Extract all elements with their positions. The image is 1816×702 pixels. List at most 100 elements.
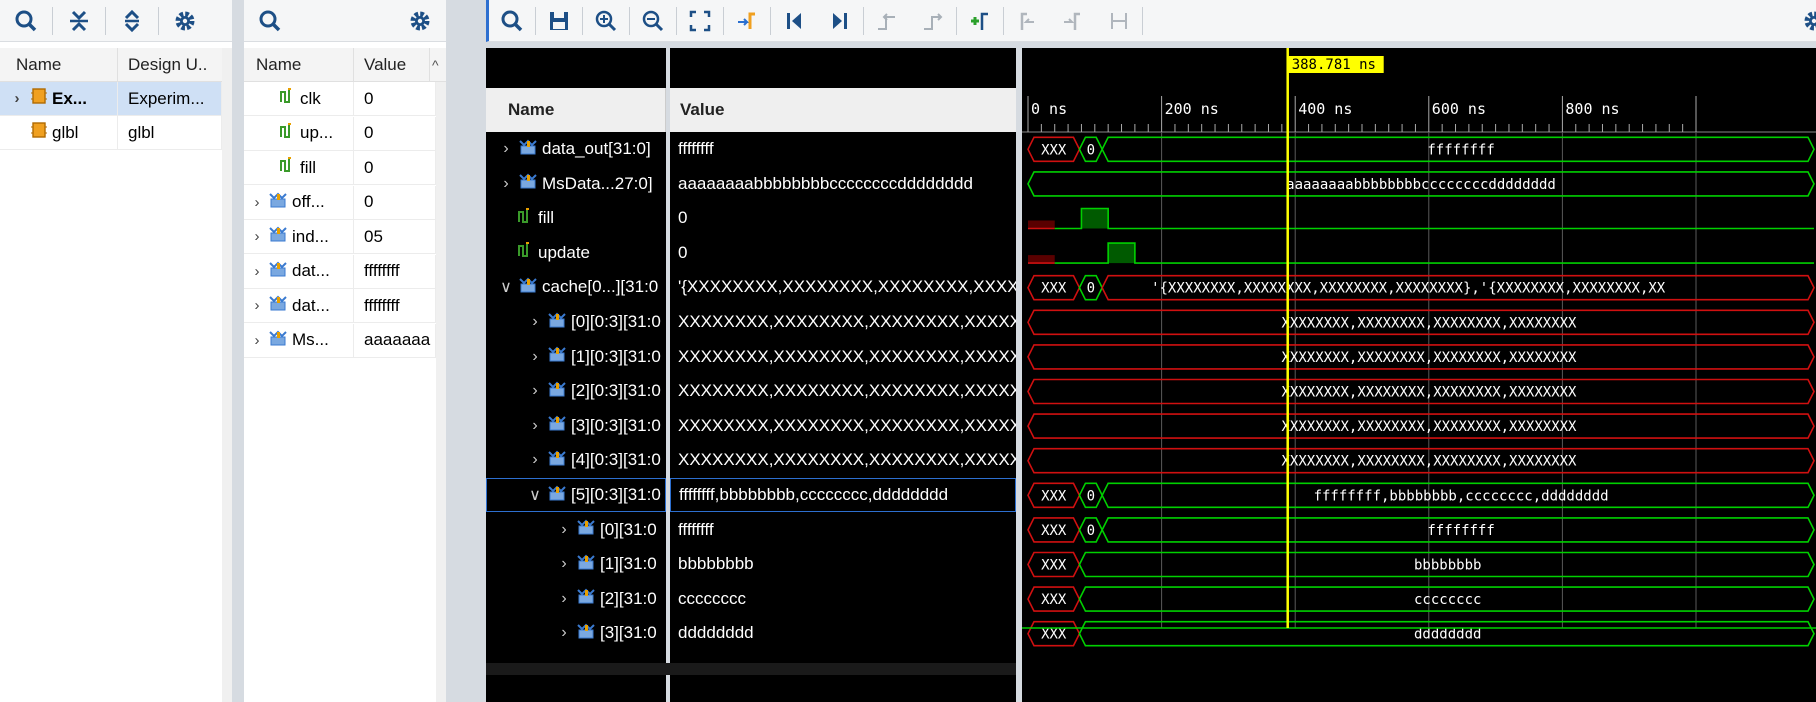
scopes-scrollbar[interactable] [222,48,232,702]
signal-icon [278,122,296,145]
chevron-right-icon[interactable]: › [556,521,572,539]
wave-signal-name-row[interactable]: update [486,236,666,270]
chevron-right-icon[interactable]: › [250,297,264,314]
panel-divider[interactable] [232,0,244,702]
bus-x-label: XXX [1041,592,1067,608]
chevron-right-icon[interactable]: › [527,348,543,366]
scopes-toolbar [0,0,232,42]
objects-scrollbar[interactable] [436,82,446,702]
add-marker-icon[interactable] [965,6,995,36]
wave-signal-name-row[interactable]: › [3][0:3][31:0 [486,409,666,443]
chevron-right-icon[interactable]: › [498,140,514,158]
chevron-right-icon[interactable]: › [498,175,514,193]
bus-value-label: cccccccc [1414,592,1481,608]
column-header-name[interactable]: Name [0,48,118,81]
chevron-right-icon[interactable]: › [556,590,572,608]
waveform-canvas[interactable]: 0 ns 200 ns 400 ns 600 ns 800 ns XXX 0 ffffffff… [1022,48,1816,702]
object-name-cell[interactable]: clk [244,82,354,116]
search-icon[interactable] [255,6,285,36]
chevron-right-icon[interactable]: › [250,194,264,211]
collapse-all-icon[interactable] [64,6,94,36]
wave-signal-name-row[interactable]: › [0][0:3][31:0 [486,305,666,339]
bit-unknown-fill [1028,220,1055,229]
go-to-cursor-icon[interactable] [732,6,762,36]
column-header-design-unit[interactable]: Design U.. [118,48,232,81]
object-row[interactable]: › Ms... aaaaaaa [244,323,436,358]
scope-row[interactable]: › Ex... Experim... [0,82,222,116]
gear-icon[interactable] [170,6,200,36]
gear-icon[interactable] [1799,6,1816,36]
chevron-right-icon[interactable]: › [250,332,264,349]
gear-icon[interactable] [405,6,435,36]
chevron-right-icon[interactable]: › [527,382,543,400]
object-row[interactable]: fill 0 [244,151,436,185]
object-value: 0 [364,123,374,142]
object-name-cell[interactable]: › Ms... [244,323,354,358]
zoom-out-icon[interactable] [638,6,668,36]
zoom-in-icon[interactable] [591,6,621,36]
chevron-right-icon[interactable]: › [527,313,543,331]
toolbar-separator [1003,7,1004,35]
chevron-right-icon[interactable]: › [250,228,264,245]
chevron-right-icon[interactable]: › [556,555,572,573]
toolbar-separator [770,7,771,35]
chevron-right-icon[interactable]: › [250,263,264,280]
go-to-start-icon[interactable] [779,6,809,36]
object-name-cell[interactable]: › dat... [244,254,354,289]
object-name-cell[interactable]: › dat... [244,289,354,323]
object-name: Ms... [292,330,329,349]
wave-signal-value-text: XXXXXXXX,XXXXXXXX,XXXXXXXX,XXXXXXXX [678,312,1016,331]
panel-divider[interactable] [446,0,486,702]
chevron-down-icon[interactable]: ∨ [498,277,514,297]
scope-name-cell[interactable]: › Ex... [0,82,118,116]
scope-row[interactable]: glbl glbl [0,116,222,150]
wave-value-colhead[interactable]: Value [670,88,1016,132]
wave-signal-name-row[interactable]: fill [486,201,666,235]
go-to-end-icon[interactable] [825,6,855,36]
object-name: fill [300,157,317,177]
wave-signal-value: ffffffff [670,132,1016,166]
object-row[interactable]: up... 0 [244,116,436,151]
chevron-right-icon[interactable]: › [527,417,543,435]
wave-signal-value: dddddddd [670,616,1016,650]
object-name-cell[interactable]: up... [244,116,354,151]
search-icon[interactable] [497,6,527,36]
chevron-right-icon[interactable]: › [527,451,543,469]
object-row[interactable]: › dat... ffffffff [244,254,436,289]
scope-name-cell[interactable]: glbl [0,116,118,150]
wave-signal-name-row[interactable]: › [3][31:0 [486,616,666,650]
object-row[interactable]: › dat... ffffffff [244,289,436,323]
chevron-down-icon[interactable]: ∨ [527,485,543,505]
wave-signal-name-row[interactable]: › [2][0:3][31:0 [486,374,666,408]
toolbar-separator [52,6,53,35]
bus-signal-icon [268,191,288,214]
object-row[interactable]: clk 0 [244,82,436,116]
object-name-cell[interactable]: fill [244,151,354,185]
chevron-right-icon[interactable]: › [556,624,572,642]
object-row[interactable]: › off... 0 [244,185,436,220]
object-name-cell[interactable]: › off... [244,185,354,220]
wave-signal-name-row[interactable]: › [2][31:0 [486,582,666,616]
bus-value-label: '{XXXXXXXX,XXXXXXXX,XXXXXXXX,XXXXXXXX},'… [1151,281,1666,297]
wave-signal-name-row[interactable]: › MsData...27:0] [486,167,666,201]
wave-name-value-scrollbar[interactable] [486,663,1016,675]
zoom-fit-icon[interactable] [685,6,715,36]
scope-name: glbl [52,122,79,142]
column-header-name[interactable]: Name [244,48,354,81]
wave-signal-name-row[interactable]: ∨ cache[0...][31:0 [486,270,666,304]
wave-signal-name-row[interactable]: ∨ [5][0:3][31:0 [486,478,666,512]
object-name: dat... [292,295,330,315]
search-icon[interactable] [11,6,41,36]
chevron-right-icon[interactable]: › [10,90,24,107]
wave-signal-name-row[interactable]: › [1][0:3][31:0 [486,340,666,374]
column-header-value[interactable]: Value [354,48,430,81]
wave-signal-name-row[interactable]: › [0][31:0 [486,513,666,547]
wave-signal-name-row[interactable]: › [1][31:0 [486,547,666,581]
expand-all-icon[interactable] [117,6,147,36]
save-icon[interactable] [544,6,574,36]
wave-signal-name-row[interactable]: › [4][0:3][31:0 [486,443,666,477]
wave-name-colhead[interactable]: Name [486,88,666,132]
wave-signal-name-row[interactable]: › data_out[31:0] [486,132,666,166]
object-name-cell[interactable]: › ind... [244,220,354,254]
object-row[interactable]: › ind... 05 [244,220,436,254]
